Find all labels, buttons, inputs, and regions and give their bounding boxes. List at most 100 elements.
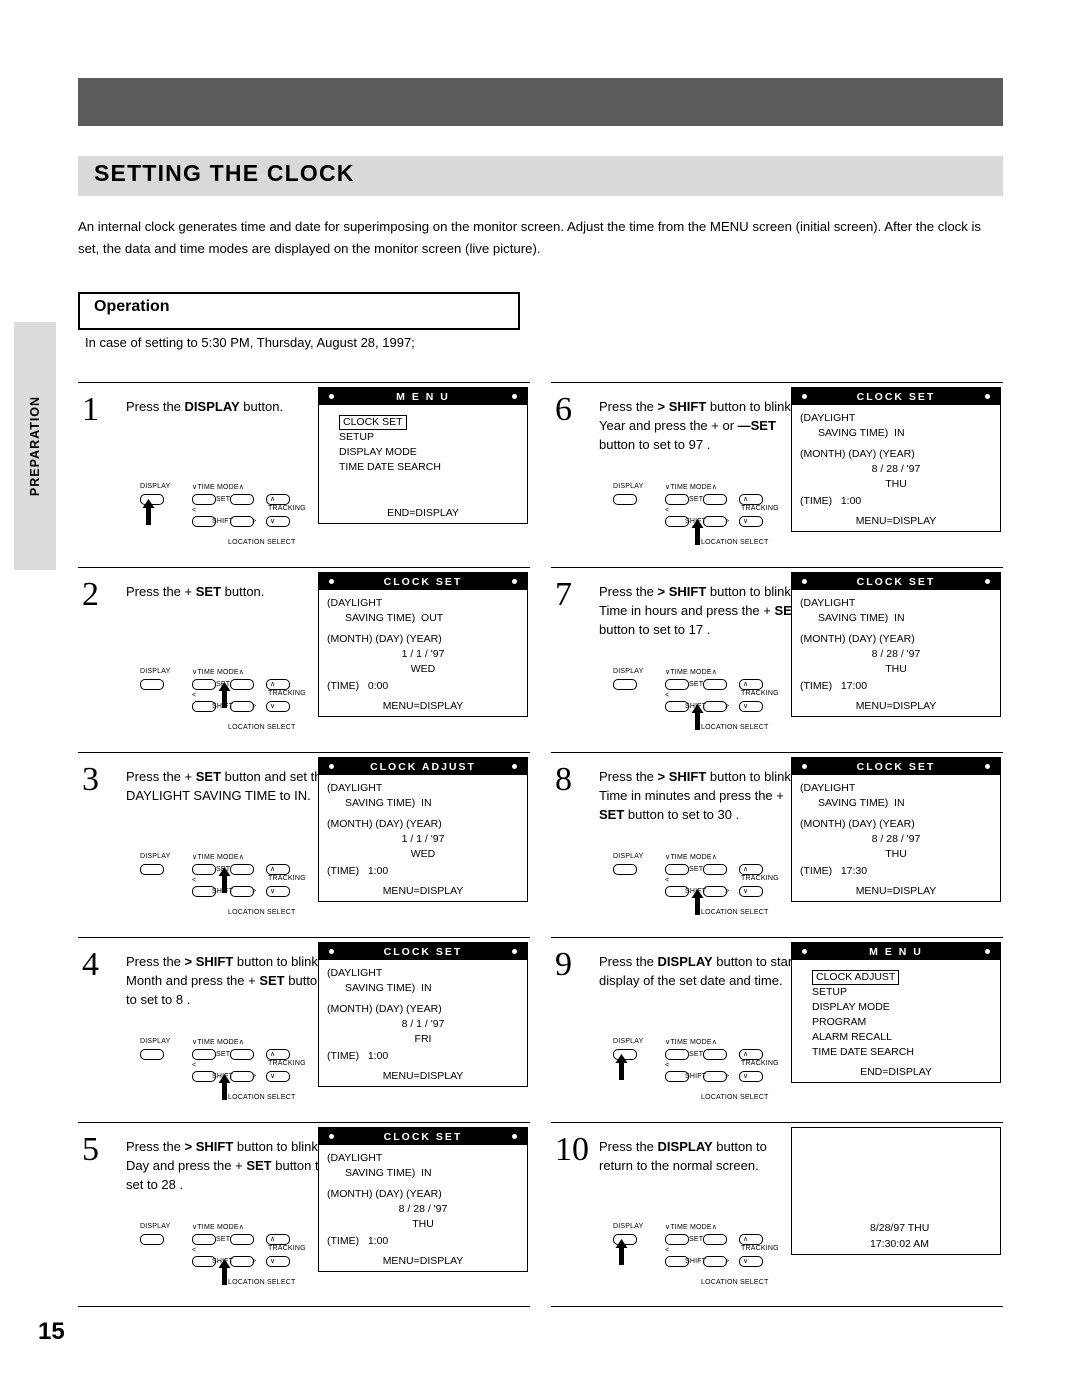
time-mode-down-button[interactable]	[665, 1049, 689, 1060]
time-mode-up-button[interactable]	[703, 1049, 727, 1060]
side-tab: PREPARATION	[14, 322, 56, 570]
shift-right-caret: >	[252, 703, 257, 710]
menu-item-selected[interactable]: CLOCK ADJUST	[812, 970, 900, 985]
time-mode-down-button[interactable]	[665, 1234, 689, 1245]
time-mode-up-button[interactable]	[230, 1234, 254, 1245]
date-value[interactable]: 8 / 28 / '97	[800, 462, 992, 477]
saving-time-value[interactable]: IN	[894, 797, 905, 809]
bullet-left-icon	[329, 764, 334, 769]
time-value[interactable]: 17:00	[841, 680, 867, 692]
saving-time-value[interactable]: IN	[421, 797, 432, 809]
shift-right-button[interactable]	[230, 1256, 254, 1267]
time-mode-down-button[interactable]	[665, 864, 689, 875]
shift-row-label: <	[192, 507, 197, 514]
shift-right-button[interactable]	[230, 701, 254, 712]
time-mode-up-button[interactable]	[230, 679, 254, 690]
tracking-up-caret: ∧	[270, 1051, 276, 1058]
time-mode-up-button[interactable]	[703, 1234, 727, 1245]
osd-panel-title: CLOCK SET	[383, 1130, 463, 1143]
time-mode-down-button[interactable]	[665, 679, 689, 690]
time-mode-up-button[interactable]	[703, 494, 727, 505]
display-button[interactable]	[613, 494, 637, 505]
step-number: 4	[82, 946, 99, 983]
date-value[interactable]: 8 / 28 / '97	[800, 647, 992, 662]
date-value[interactable]: 8 / 1 / '97	[327, 1017, 519, 1032]
saving-time-row: SAVING TIME) IN	[345, 982, 432, 994]
time-mode-up-button[interactable]	[230, 494, 254, 505]
time-mode-up-button[interactable]	[703, 864, 727, 875]
osd-panel-header: CLOCK SET	[792, 388, 1000, 405]
side-tab-label: PREPARATION	[28, 395, 42, 497]
date-value[interactable]: 8 / 28 / '97	[800, 832, 992, 847]
shift-right-button[interactable]	[703, 886, 727, 897]
saving-time-value[interactable]: IN	[894, 427, 905, 439]
date-value[interactable]: 1 / 1 / '97	[327, 647, 519, 662]
display-button[interactable]	[613, 864, 637, 875]
menu-item[interactable]: DISPLAY MODE	[327, 445, 519, 460]
display-button[interactable]	[613, 679, 637, 690]
shift-label: SHIFT	[212, 518, 234, 525]
date-value[interactable]: 8 / 28 / '97	[327, 1202, 519, 1217]
time-mode-down-button[interactable]	[192, 494, 216, 505]
tracking-label: TRACKING	[741, 690, 779, 697]
saving-time-value[interactable]: OUT	[421, 612, 443, 624]
tracking-up-caret: ∧	[270, 1236, 276, 1243]
weekday-value: WED	[410, 848, 436, 860]
time-value[interactable]: 17:30	[841, 865, 867, 877]
tracking-down-caret: ∨	[743, 1073, 749, 1080]
time-mode-down-button[interactable]	[192, 1234, 216, 1245]
shift-right-button[interactable]	[703, 1256, 727, 1267]
time-value[interactable]: 0:00	[368, 680, 388, 692]
time-mode-down-button[interactable]	[192, 864, 216, 875]
time-mode-up-button[interactable]	[703, 679, 727, 690]
shift-right-button[interactable]	[703, 516, 727, 527]
location-select-label: LOCATION SELECT	[228, 724, 296, 731]
location-select-label: LOCATION SELECT	[701, 724, 769, 731]
saving-time-row: SAVING TIME) IN	[818, 797, 905, 809]
time-value[interactable]: 1:00	[368, 1050, 388, 1062]
osd-panel-title: CLOCK SET	[383, 945, 463, 958]
menu-item[interactable]: SETUP	[800, 985, 992, 1000]
bullet-left-icon	[802, 579, 807, 584]
time-mode-down-button[interactable]	[192, 679, 216, 690]
saving-time-value[interactable]: IN	[421, 1167, 432, 1179]
time-mode-up-button[interactable]	[230, 1049, 254, 1060]
saving-time-value[interactable]: IN	[421, 982, 432, 994]
display-button[interactable]	[140, 864, 164, 875]
time-value[interactable]: 1:00	[368, 1235, 388, 1247]
shift-row-label: <	[665, 1062, 670, 1069]
menu-item[interactable]: PROGRAM	[800, 1015, 992, 1030]
date-value[interactable]: 1 / 1 / '97	[327, 832, 519, 847]
display-label: DISPLAY	[140, 668, 171, 675]
menu-item[interactable]: TIME DATE SEARCH	[327, 460, 519, 475]
time-mode-down-button[interactable]	[665, 494, 689, 505]
display-button[interactable]	[140, 679, 164, 690]
tracking-down-caret: ∨	[743, 518, 749, 525]
tracking-up-caret: ∧	[743, 496, 749, 503]
shift-row-label: <	[665, 1247, 670, 1254]
display-button[interactable]	[140, 1234, 164, 1245]
time-mode-up-button[interactable]	[230, 864, 254, 875]
display-button[interactable]	[140, 1049, 164, 1060]
shift-right-button[interactable]	[230, 886, 254, 897]
menu-item-selected[interactable]: CLOCK SET	[339, 415, 407, 430]
display-label: DISPLAY	[140, 483, 171, 490]
shift-right-button[interactable]	[703, 701, 727, 712]
shift-right-button[interactable]	[703, 1071, 727, 1082]
osd-panel-foot: MENU=DISPLAY	[855, 700, 937, 712]
time-value[interactable]: 1:00	[841, 495, 861, 507]
shift-row-label: <	[192, 1062, 197, 1069]
bullet-right-icon	[512, 394, 517, 399]
menu-item[interactable]: ALARM RECALL	[800, 1030, 992, 1045]
shift-right-caret: >	[725, 703, 730, 710]
menu-item[interactable]: TIME DATE SEARCH	[800, 1045, 992, 1060]
menu-item[interactable]: DISPLAY MODE	[800, 1000, 992, 1015]
location-select-label: LOCATION SELECT	[701, 539, 769, 546]
time-value[interactable]: 1:00	[368, 865, 388, 877]
shift-right-button[interactable]	[230, 1071, 254, 1082]
time-mode-down-button[interactable]	[192, 1049, 216, 1060]
tracking-label: TRACKING	[741, 1060, 779, 1067]
menu-item[interactable]: SETUP	[327, 430, 519, 445]
saving-time-value[interactable]: IN	[894, 612, 905, 624]
shift-right-button[interactable]	[230, 516, 254, 527]
